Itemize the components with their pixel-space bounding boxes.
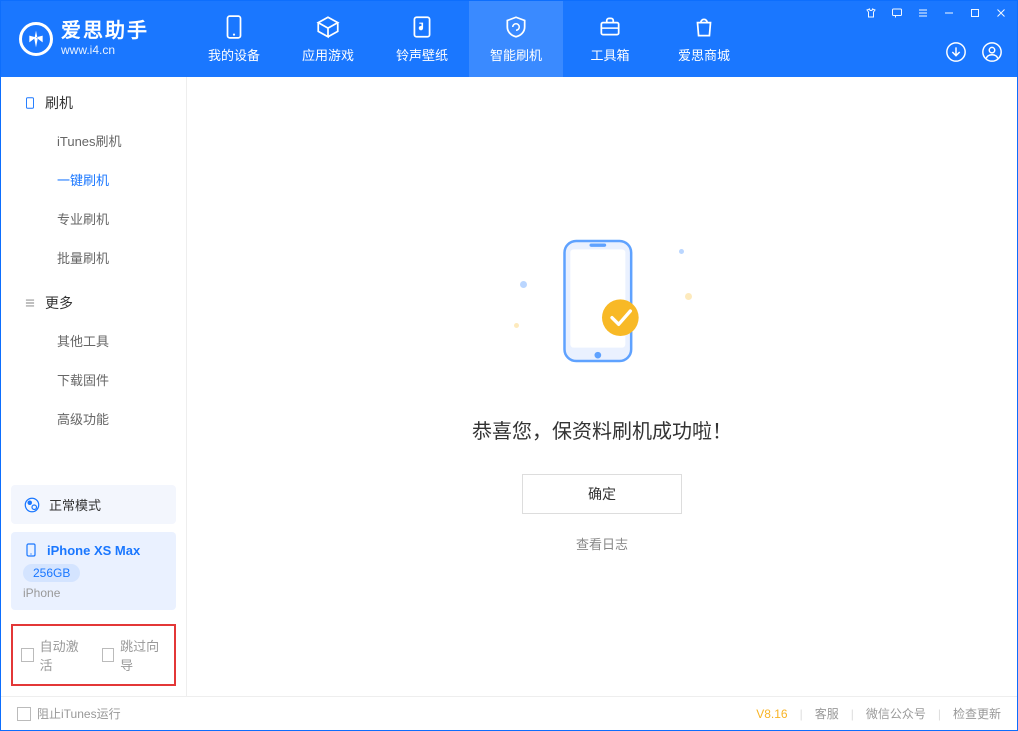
ok-button[interactable]: 确定 [522, 474, 682, 514]
nav-label: 铃声壁纸 [396, 45, 448, 64]
sidebar-section-flash: 刷机 iTunes刷机 一键刷机 专业刷机 批量刷机 [1, 77, 186, 277]
sidebar-section-more: 更多 其他工具 下载固件 高级功能 [1, 277, 186, 438]
nav-ringtones[interactable]: 铃声壁纸 [375, 1, 469, 77]
body: 刷机 iTunes刷机 一键刷机 专业刷机 批量刷机 更多 其他工具 下载固件 … [1, 77, 1017, 696]
nav-label: 智能刷机 [490, 45, 542, 64]
check-update-link[interactable]: 检查更新 [953, 705, 1001, 722]
toolbox-icon [597, 14, 623, 40]
device-type: iPhone [23, 586, 164, 600]
mode-status-label: 正常模式 [49, 495, 101, 514]
nav-apps-games[interactable]: 应用游戏 [281, 1, 375, 77]
sidebar-head-more: 更多 [1, 293, 186, 321]
phone-icon [221, 14, 247, 40]
shield-refresh-icon [503, 14, 529, 40]
sidebar: 刷机 iTunes刷机 一键刷机 专业刷机 批量刷机 更多 其他工具 下载固件 … [1, 77, 187, 696]
view-log-link[interactable]: 查看日志 [576, 534, 628, 553]
download-icon[interactable] [945, 41, 967, 63]
window-controls-row2 [945, 41, 1003, 63]
user-icon[interactable] [981, 41, 1003, 63]
wechat-link[interactable]: 微信公众号 [866, 705, 926, 722]
sidebar-head-label: 刷机 [45, 93, 73, 113]
top-nav: 我的设备 应用游戏 铃声壁纸 智能刷机 工具箱 爱思商城 [187, 1, 751, 77]
app-url: www.i4.cn [61, 44, 149, 57]
shopping-bag-icon [691, 14, 717, 40]
success-illustration [512, 221, 692, 391]
nav-label: 工具箱 [590, 45, 629, 64]
list-icon [23, 296, 37, 310]
device-capacity: 256GB [23, 564, 80, 582]
nav-my-device[interactable]: 我的设备 [187, 1, 281, 77]
checkbox-label: 阻止iTunes运行 [37, 705, 121, 722]
nav-smart-flash[interactable]: 智能刷机 [469, 1, 563, 77]
sidebar-item-itunes-flash[interactable]: iTunes刷机 [1, 121, 186, 160]
sidebar-head-label: 更多 [45, 293, 73, 313]
menu-icon[interactable] [917, 7, 929, 19]
status-bar: 阻止iTunes运行 V8.16 | 客服 | 微信公众号 | 检查更新 [1, 696, 1017, 730]
checkbox-skip-wizard[interactable]: 跳过向导 [102, 636, 167, 674]
nav-toolbox[interactable]: 工具箱 [563, 1, 657, 77]
checkbox-icon [102, 648, 115, 662]
sidebar-head-flash: 刷机 [1, 93, 186, 121]
nav-label: 爱思商城 [678, 45, 730, 64]
music-file-icon [409, 14, 435, 40]
success-message: 恭喜您，保资料刷机成功啦！ [472, 415, 732, 444]
sidebar-item-download-firmware[interactable]: 下载固件 [1, 360, 186, 399]
options-highlight-box: 自动激活 跳过向导 [11, 624, 176, 686]
feedback-icon[interactable] [891, 7, 903, 19]
phone-success-icon [552, 221, 652, 381]
support-link[interactable]: 客服 [815, 705, 839, 722]
sidebar-item-advanced[interactable]: 高级功能 [1, 399, 186, 438]
title-bar: 爱思助手 www.i4.cn 我的设备 应用游戏 铃声壁纸 智能刷机 [1, 1, 1017, 77]
sidebar-item-batch-flash[interactable]: 批量刷机 [1, 238, 186, 277]
app-logo: 爱思助手 www.i4.cn [1, 1, 187, 77]
device-card[interactable]: iPhone XS Max 256GB iPhone [11, 532, 176, 610]
device-name: iPhone XS Max [47, 543, 140, 558]
mode-status[interactable]: 正常模式 [11, 485, 176, 524]
checkbox-icon [17, 707, 31, 721]
window-controls-row1 [865, 7, 1007, 19]
device-phone-icon [23, 542, 39, 558]
checkbox-block-itunes[interactable]: 阻止iTunes运行 [17, 705, 121, 722]
checkbox-auto-activate[interactable]: 自动激活 [21, 636, 86, 674]
app-name: 爱思助手 [61, 20, 149, 42]
logo-icon [19, 22, 53, 56]
sidebar-item-one-key-flash[interactable]: 一键刷机 [1, 160, 186, 199]
checkbox-icon [21, 648, 34, 662]
tshirt-icon[interactable] [865, 7, 877, 19]
maximize-icon[interactable] [969, 7, 981, 19]
nav-store[interactable]: 爱思商城 [657, 1, 751, 77]
sidebar-item-other-tools[interactable]: 其他工具 [1, 321, 186, 360]
checkbox-label: 自动激活 [40, 636, 86, 674]
nav-label: 我的设备 [208, 45, 260, 64]
minimize-icon[interactable] [943, 7, 955, 19]
close-icon[interactable] [995, 7, 1007, 19]
version-text: V8.16 [756, 707, 787, 721]
main-content: 恭喜您，保资料刷机成功啦！ 确定 查看日志 [187, 77, 1017, 696]
sidebar-item-pro-flash[interactable]: 专业刷机 [1, 199, 186, 238]
mode-status-icon [23, 496, 41, 514]
nav-label: 应用游戏 [302, 45, 354, 64]
device-icon [23, 96, 37, 110]
cube-icon [315, 14, 341, 40]
app-window: 爱思助手 www.i4.cn 我的设备 应用游戏 铃声壁纸 智能刷机 [0, 0, 1018, 731]
checkbox-label: 跳过向导 [120, 636, 166, 674]
